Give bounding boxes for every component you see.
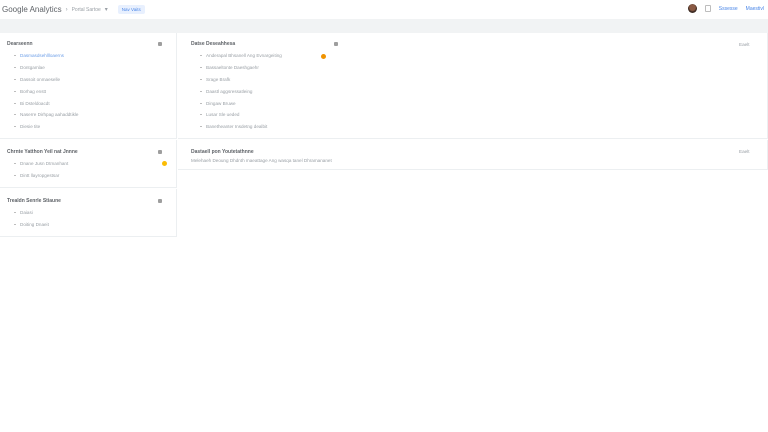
view-pill[interactable]: Nav Vaits <box>117 5 145 14</box>
list-item[interactable]: Dontgamlae <box>14 62 78 74</box>
avatar[interactable] <box>687 4 697 13</box>
list-item[interactable]: Doiting Dnaeit <box>14 219 49 231</box>
card-list: Dasmasdsehllloaerns Dontgamlae Dassoit o… <box>14 50 78 133</box>
edit-link[interactable]: Eaelt <box>739 149 749 154</box>
edit-link[interactable]: Eaelt <box>739 42 749 47</box>
list-item[interactable]: Bassaeltonte Daeshgaehr <box>200 62 282 74</box>
top-right-actions: Sssesse Maestivl <box>687 4 764 13</box>
list-item[interactable]: Dintt llayropgestsar <box>14 170 68 182</box>
settings-icon[interactable] <box>158 150 162 154</box>
card-title: Dearseenn <box>7 41 33 47</box>
status-dot <box>321 54 326 59</box>
toolbar-band <box>0 19 768 33</box>
settings-icon[interactable] <box>158 42 162 46</box>
chevron-down-icon[interactable]: ▾ <box>105 6 108 13</box>
card-list: Daiasi Doiting Dnaeit <box>14 207 49 231</box>
list-item[interactable]: Anderapal Bhsanell Ang Evnargeiting <box>200 50 282 62</box>
card-description: Melehaeh Deoung Dhdnth maeattage Ang was… <box>191 158 332 163</box>
list-item[interactable]: Borhag enstt <box>14 85 78 97</box>
breadcrumb-property[interactable]: Portal Sartoe <box>72 7 101 13</box>
list-item[interactable]: Naserre Dirhpag aahaddtikle <box>14 109 78 121</box>
list-item[interactable]: Srage Brafk <box>200 74 282 86</box>
list-item[interactable]: Daiasi <box>14 207 49 219</box>
left-card-2: Chrnte Yatthon Yeil nat Jnnne Dnane Jusn… <box>0 140 177 188</box>
status-dot <box>162 161 167 166</box>
list-item[interactable]: Banetheanter Insdetng dealbit <box>200 121 282 133</box>
list-item[interactable]: Lusar Sle ueded <box>200 109 282 121</box>
list-item[interactable]: Dasmasdsehllloaerns <box>14 50 78 62</box>
settings-icon[interactable] <box>334 42 338 46</box>
top-bar: Google Analytics › Portal Sartoe ▾ Nav V… <box>0 0 768 19</box>
list-item[interactable]: Daastl aggsressatleing <box>200 85 282 97</box>
card-title: Trealdn Senrle Stiaune <box>7 198 61 204</box>
left-card-3: Trealdn Senrle Stiaune Daiasi Doiting Dn… <box>0 189 177 237</box>
list-item[interactable]: Diesie tite <box>14 121 78 133</box>
card-title: Datse Deseahhesa <box>191 41 236 47</box>
card-list: Dnane Jusn Dtmanhant Dintt llayropgestsa… <box>14 158 68 182</box>
card-list: Anderapal Bhsanell Ang Evnargeiting Bass… <box>200 50 282 133</box>
left-card-1: Dearseenn Dasmasdsehllloaerns Dontgamlae… <box>0 33 177 139</box>
list-item[interactable]: Dingaw Bruwe <box>200 97 282 109</box>
header-link-2[interactable]: Maestivl <box>746 6 764 12</box>
right-card-2: Dastaell pon Youtetathnne Eaelt Melehaeh… <box>178 140 768 170</box>
apps-icon[interactable] <box>704 5 711 12</box>
card-title: Dastaell pon Youtetathnne <box>191 149 254 155</box>
list-item[interactable]: Dnane Jusn Dtmanhant <box>14 158 68 170</box>
breadcrumb-separator: › <box>65 6 68 13</box>
card-title: Chrnte Yatthon Yeil nat Jnnne <box>7 149 78 155</box>
settings-icon[interactable] <box>158 199 162 203</box>
list-item[interactable]: Bi Dsteldoacdt <box>14 97 78 109</box>
list-item[interactable]: Dassoit onmaeselle <box>14 74 78 86</box>
header-link-1[interactable]: Sssesse <box>719 6 738 12</box>
right-card-1: Datse Deseahhesa Eaelt Anderapal Bhsanel… <box>178 33 768 139</box>
app-logo[interactable]: Google Analytics <box>2 5 62 14</box>
